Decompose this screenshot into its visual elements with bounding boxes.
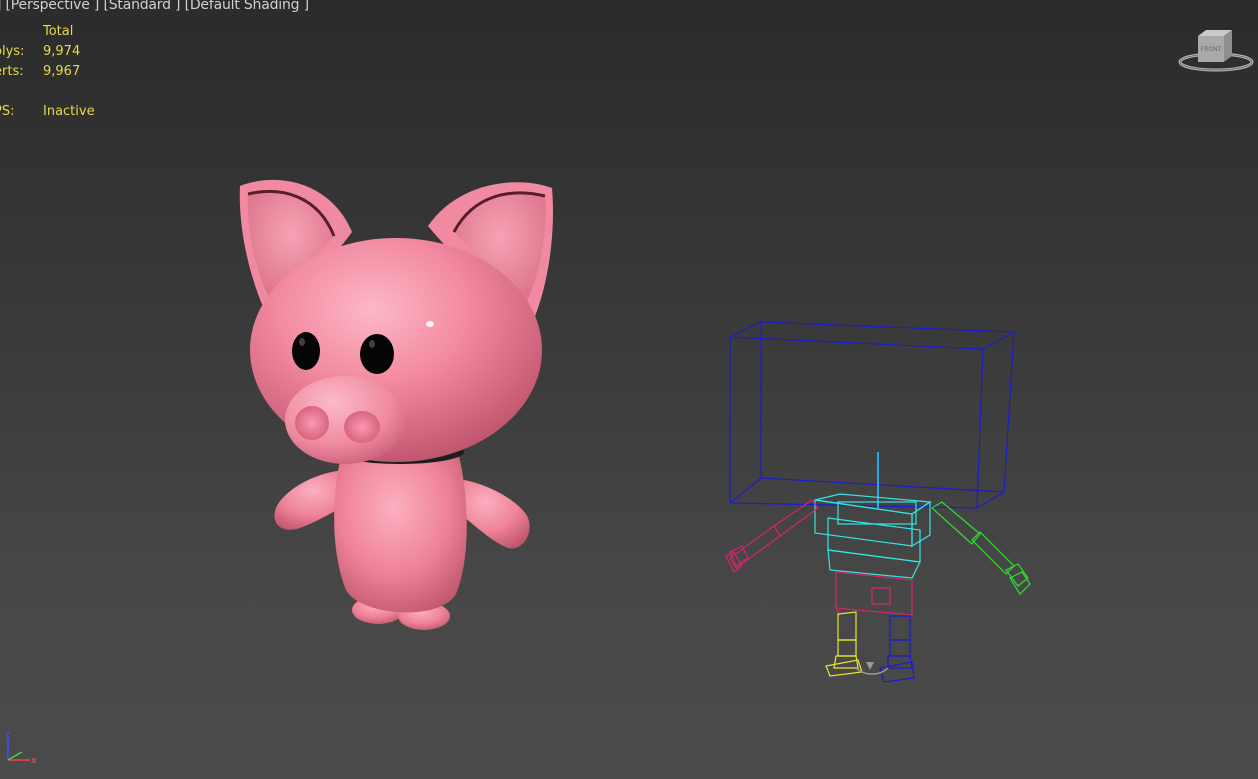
- biped-right-leg[interactable]: [879, 615, 915, 683]
- biped-left-arm[interactable]: [725, 499, 819, 573]
- biped-rig[interactable]: [725, 321, 1031, 683]
- axis-tripod-icon: z x: [5, 730, 37, 766]
- axis-z-label: z: [5, 730, 10, 740]
- biped-pelvis[interactable]: [835, 571, 913, 617]
- axis-x-label: x: [31, 756, 37, 766]
- pig-right-nostril: [344, 411, 380, 443]
- pig-model[interactable]: [239, 179, 554, 630]
- viewport-scene[interactable]: [0, 0, 1258, 779]
- pig-head-highlight: [426, 321, 434, 327]
- head-bounding-box[interactable]: [729, 321, 1017, 509]
- rig-com-arrow: [866, 662, 874, 670]
- biped-right-arm[interactable]: [930, 501, 1031, 595]
- pig-right-eye[interactable]: [360, 334, 394, 374]
- pig-left-nostril: [295, 406, 329, 440]
- axis-y-line: [7, 751, 23, 761]
- pig-left-eye-glint: [299, 338, 305, 346]
- pig-body[interactable]: [334, 452, 467, 613]
- biped-left-leg[interactable]: [825, 611, 863, 677]
- pig-right-eye-glint: [369, 340, 375, 348]
- pig-left-eye[interactable]: [292, 332, 320, 370]
